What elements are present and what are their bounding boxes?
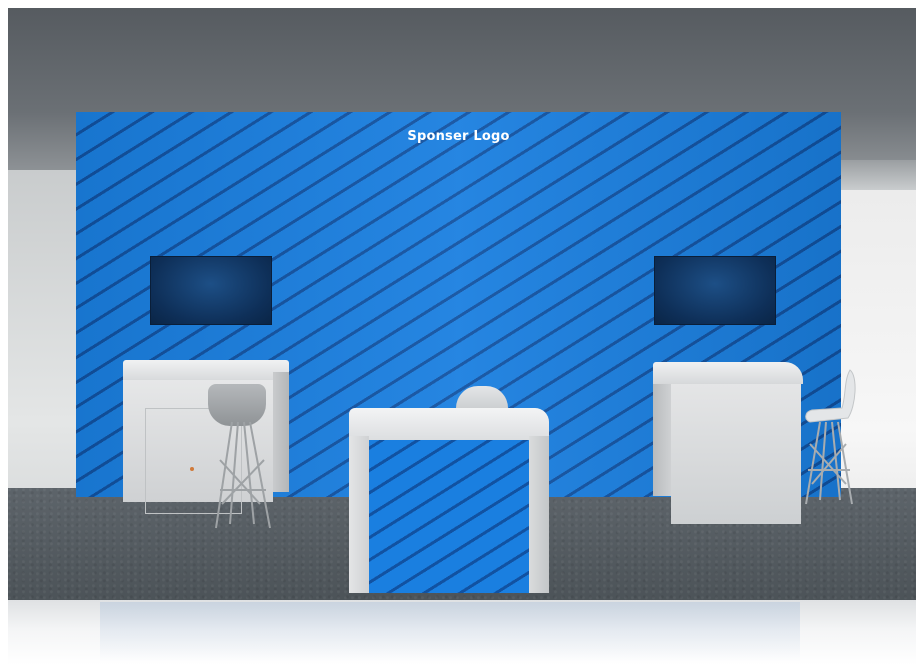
reception-counter-graphic-panel [369,440,529,593]
reception-counter-right-leg [529,436,549,593]
reception-counter-left-leg [349,436,369,593]
right-counter-side [653,378,671,496]
right-monitor [654,256,776,325]
right-stool [805,369,856,505]
floor-reflection [100,602,800,662]
reception-counter-top [349,408,549,440]
left-stool-legs [215,421,271,529]
right-counter [653,362,803,524]
sponsor-logo-text: Sponser Logo [407,129,510,144]
door-knob [190,467,194,471]
reception-counter [349,408,549,593]
trade-show-booth-render: Sponser Logo [0,0,924,665]
left-monitor [150,256,272,325]
right-counter-front [671,384,801,524]
right-counter-top [653,362,803,384]
left-counter-top [123,360,289,380]
